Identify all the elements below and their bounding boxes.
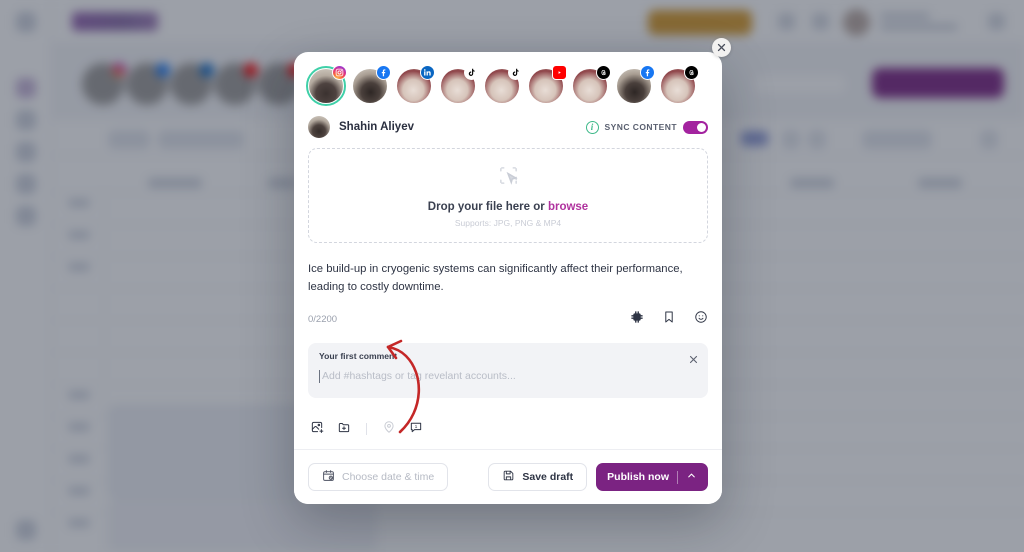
info-icon[interactable]: i — [585, 120, 599, 134]
sync-content-control[interactable]: i SYNC CONTENT — [585, 120, 708, 134]
add-folder-icon[interactable] — [337, 420, 351, 439]
modal-footer: Choose date & time Save draft Publish no… — [294, 449, 722, 504]
choose-date-time-label: Choose date & time — [342, 471, 435, 483]
browse-link[interactable]: browse — [548, 201, 588, 213]
account-chip-linkedin[interactable] — [394, 65, 435, 106]
account-chip-instagram[interactable] — [306, 65, 347, 106]
tiktok-icon — [464, 65, 479, 80]
first-comment-icon[interactable]: 1 — [409, 420, 423, 439]
publish-now-label: Publish now — [607, 471, 669, 483]
account-chip-facebook[interactable] — [614, 65, 655, 106]
ai-chip-icon[interactable] — [630, 310, 644, 329]
avatar — [308, 116, 330, 138]
dropzone-supports-text: Supports: JPG, PNG & MP4 — [454, 217, 562, 228]
first-comment-box: Your first comment Add #hashtags or tag … — [308, 342, 708, 398]
create-post-modal: Shahin Aliyev i SYNC CONTENT Drop your f… — [294, 52, 722, 504]
account-chip-threads[interactable] — [658, 65, 699, 106]
account-chip-tiktok[interactable] — [482, 65, 523, 106]
svg-text:1: 1 — [415, 424, 418, 430]
file-dropzone[interactable]: Drop your file here or browse Supports: … — [308, 148, 708, 243]
composer-tools: 1 — [310, 412, 708, 439]
account-chip-threads[interactable] — [570, 65, 611, 106]
dropzone-title-text: Drop your file here or — [427, 200, 548, 213]
first-comment-label: Your first comment — [319, 350, 398, 361]
author-name: Shahin Aliyev — [339, 121, 414, 133]
facebook-icon — [376, 65, 391, 80]
author-row: Shahin Aliyev i SYNC CONTENT — [294, 114, 722, 148]
tiktok-icon — [508, 65, 523, 80]
text-caret — [319, 369, 320, 383]
upload-cursor-icon — [497, 164, 520, 192]
first-comment-input[interactable]: Add #hashtags or tag revelant accounts..… — [319, 369, 697, 383]
linkedin-icon — [420, 65, 435, 80]
caption-toolbar: 0/2200 — [308, 310, 708, 329]
close-icon[interactable] — [712, 38, 731, 57]
youtube-icon — [552, 65, 567, 80]
threads-icon — [596, 65, 611, 80]
threads-icon — [684, 65, 699, 80]
chevron-up-icon[interactable] — [686, 470, 697, 484]
divider — [366, 423, 367, 436]
sync-content-label: SYNC CONTENT — [604, 122, 677, 132]
choose-date-time-button[interactable]: Choose date & time — [308, 463, 449, 491]
divider — [677, 470, 678, 484]
character-counter: 0/2200 — [308, 313, 338, 325]
emoji-icon[interactable] — [694, 310, 708, 329]
add-image-icon[interactable] — [310, 420, 324, 439]
account-chip-tiktok[interactable] — [438, 65, 479, 106]
facebook-icon — [640, 65, 655, 80]
location-icon[interactable] — [382, 420, 396, 439]
account-selector-strip — [294, 52, 722, 114]
bookmark-icon[interactable] — [662, 310, 676, 329]
caption-text[interactable]: Ice build-up in cryogenic systems can si… — [308, 260, 708, 297]
save-draft-button[interactable]: Save draft — [488, 463, 588, 491]
account-chip-youtube[interactable] — [526, 65, 567, 106]
close-icon[interactable] — [689, 351, 698, 369]
publish-now-button[interactable]: Publish now — [596, 463, 708, 491]
instagram-icon — [332, 65, 347, 80]
save-draft-label: Save draft — [522, 471, 574, 483]
first-comment-placeholder: Add #hashtags or tag revelant accounts..… — [322, 369, 516, 382]
calendar-clock-icon — [322, 469, 335, 485]
sync-content-toggle[interactable] — [683, 120, 708, 134]
dropzone-title: Drop your file here or browse — [428, 201, 588, 213]
save-icon — [502, 469, 515, 485]
account-chip-facebook[interactable] — [350, 65, 391, 106]
